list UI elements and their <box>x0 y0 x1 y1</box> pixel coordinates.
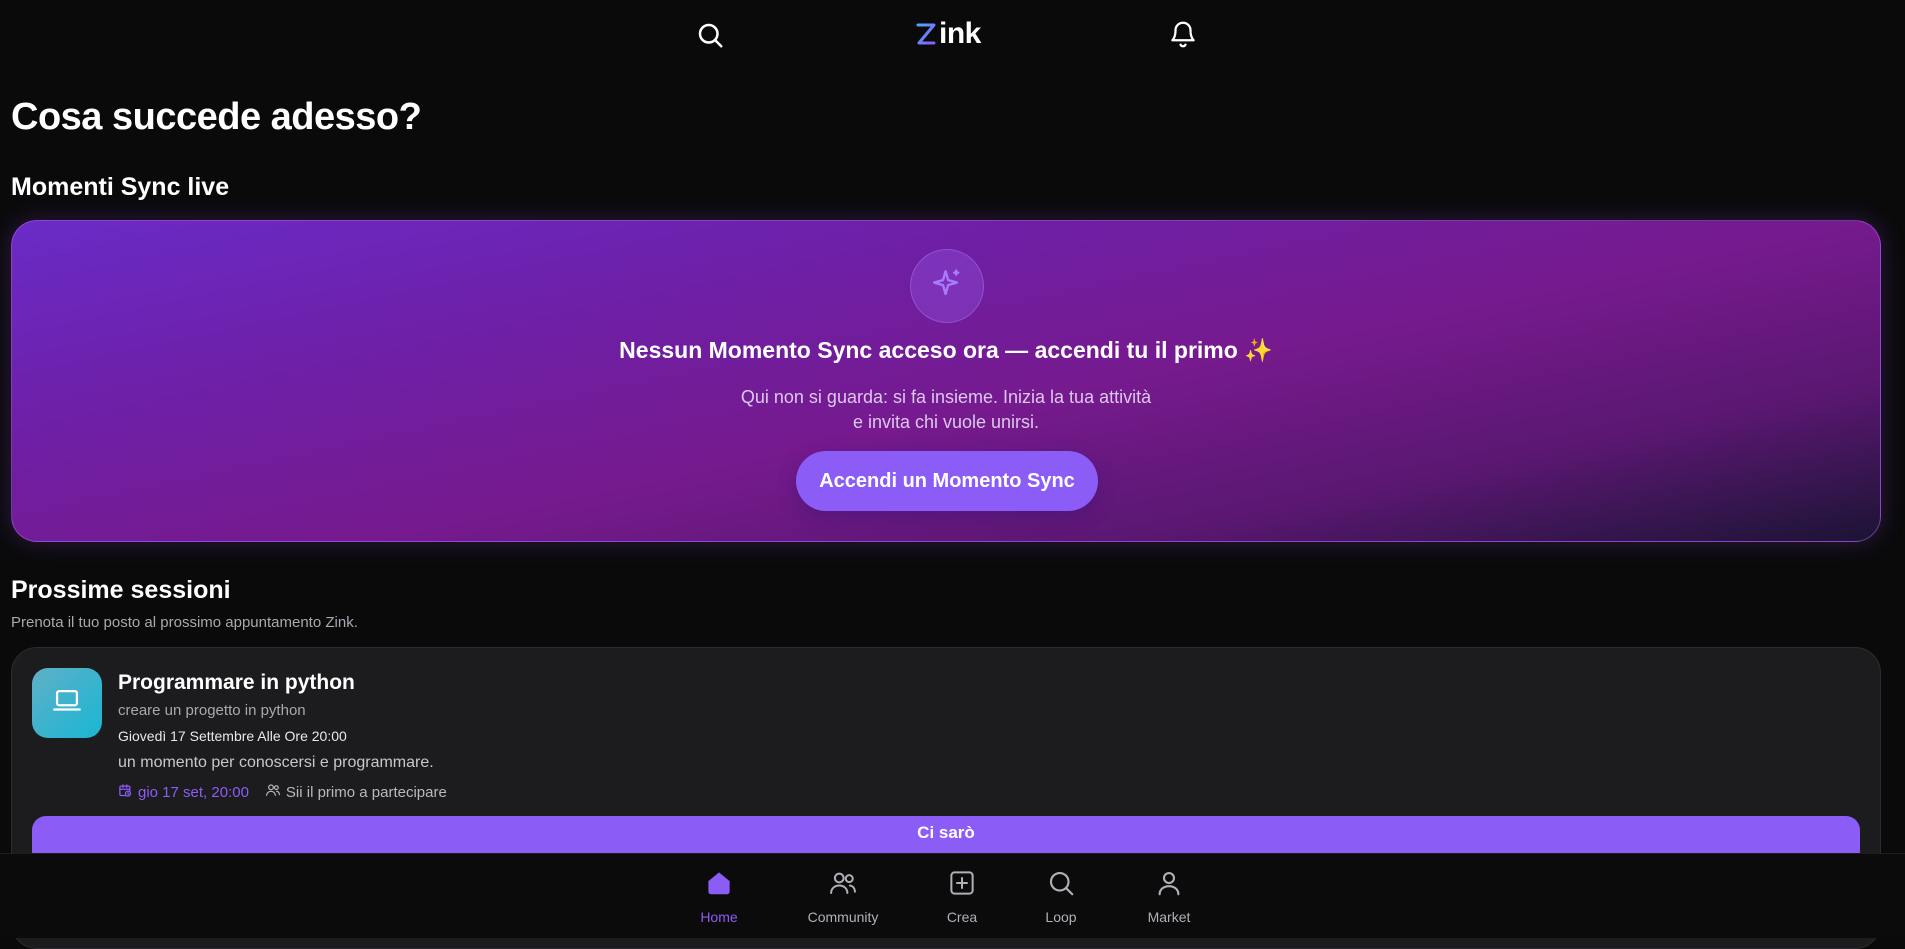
join-session-label: Ci sarò <box>917 823 975 842</box>
top-bar: ink <box>0 0 1905 68</box>
nav-label-home: Home <box>700 909 738 925</box>
session-participants: Sii il primo a partecipare <box>265 782 447 802</box>
people-icon <box>265 782 281 802</box>
home-icon <box>704 868 734 903</box>
session-meta: gio 17 set, 20:00 Sii il primo a parteci… <box>118 782 447 802</box>
sparkle-icon <box>930 267 964 306</box>
nav-label-crea: Crea <box>946 909 978 925</box>
sessions-subtitle: Prenota il tuo posto al prossimo appunta… <box>11 614 358 631</box>
sync-desc-line-2: e invita chi vuole unirsi. <box>852 412 1040 432</box>
nav-item-community[interactable]: Community <box>793 868 893 925</box>
session-date-chip: gio 17 set, 20:00 <box>118 783 249 802</box>
sync-empty-description: Qui non si guarda: si fa insieme. Inizia… <box>12 385 1880 435</box>
sync-empty-heading: Nessun Momento Sync acceso ora — accendi… <box>619 337 1273 363</box>
bottom-nav: Home Community Crea Loop Market <box>0 853 1905 938</box>
logo-z-mark <box>915 21 937 47</box>
nav-item-home[interactable]: Home <box>669 868 769 925</box>
session-datetime: Giovedì 17 Settembre Alle Ore 20:00 <box>118 728 347 744</box>
nav-item-loop[interactable]: Loop <box>1011 868 1111 925</box>
calendar-clock-icon <box>118 783 133 802</box>
people-icon <box>828 868 858 903</box>
laptop-icon <box>50 684 84 723</box>
logo-text: ink <box>939 17 981 50</box>
section-title-sync: Momenti Sync live <box>11 173 230 201</box>
nav-label-loop: Loop <box>1045 909 1077 925</box>
session-note: un momento per conoscersi e programmare. <box>118 754 434 771</box>
search-icon[interactable] <box>695 20 725 50</box>
page-title: Cosa succede adesso? <box>11 96 422 138</box>
app-logo[interactable]: ink <box>915 14 981 54</box>
sync-desc-line-1: Qui non si guarda: si fa insieme. Inizia… <box>740 387 1152 407</box>
user-icon <box>1154 868 1184 903</box>
session-date-text: gio 17 set, 20:00 <box>138 783 249 801</box>
session-thumbnail <box>32 668 102 738</box>
sync-empty-card: Nessun Momento Sync acceso ora — accendi… <box>11 220 1881 542</box>
search-icon <box>1046 868 1076 903</box>
section-title-sessions: Prossime sessioni <box>11 576 231 604</box>
sparkle-badge <box>910 249 984 323</box>
session-description: creare un progetto in python <box>118 702 306 719</box>
start-sync-button[interactable]: Accendi un Momento Sync <box>796 451 1098 511</box>
session-participants-text: Sii il primo a partecipare <box>285 783 447 801</box>
bell-icon[interactable] <box>1168 19 1198 49</box>
nav-item-crea[interactable]: Crea <box>912 868 1012 925</box>
nav-label-community: Community <box>807 909 879 925</box>
plus-square-icon <box>947 868 977 903</box>
nav-label-market: Market <box>1147 909 1191 925</box>
session-title: Programmare in python <box>118 671 355 694</box>
nav-item-market[interactable]: Market <box>1119 868 1219 925</box>
